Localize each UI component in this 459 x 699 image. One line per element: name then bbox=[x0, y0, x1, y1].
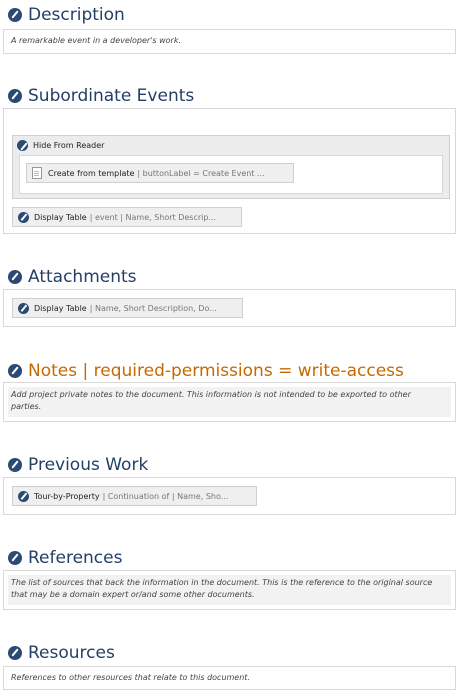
section-title: References bbox=[28, 548, 123, 568]
previous-work-box: Tour-by-Property | Continuation of | Nam… bbox=[3, 477, 456, 515]
edit-icon[interactable] bbox=[8, 646, 22, 660]
references-box: The list of sources that back the inform… bbox=[3, 570, 456, 610]
button-meta: | event | Name, Short Descrip... bbox=[89, 212, 217, 222]
group-label: Hide From Reader bbox=[33, 141, 105, 150]
resources-text: References to other resources that relat… bbox=[11, 673, 250, 682]
section-header-references: References bbox=[8, 548, 122, 568]
section-title: Attachments bbox=[28, 267, 137, 287]
button-meta: | Name, Short Description, Do... bbox=[89, 303, 217, 313]
document-icon bbox=[32, 167, 42, 179]
display-table-attachments-button[interactable]: Display Table | Name, Short Description,… bbox=[12, 298, 243, 318]
section-title: Notes | required-permissions = write-acc… bbox=[28, 361, 404, 381]
subordinate-events-box: Hide From Reader Create from template | … bbox=[3, 108, 456, 234]
section-header-attachments: Attachments bbox=[8, 267, 137, 287]
button-meta: | Continuation of | Name, Sho... bbox=[102, 491, 229, 501]
notes-text: Add project private notes to the documen… bbox=[11, 390, 411, 411]
edit-icon[interactable] bbox=[17, 140, 28, 151]
references-text: The list of sources that back the inform… bbox=[11, 578, 433, 599]
edit-icon bbox=[18, 302, 29, 314]
resources-box: References to other resources that relat… bbox=[3, 666, 456, 690]
button-label: Display Table bbox=[34, 303, 87, 313]
attachments-box: Display Table | Name, Short Description,… bbox=[3, 289, 456, 327]
section-title: Description bbox=[28, 5, 125, 25]
button-meta: | buttonLabel = Create Event ... bbox=[137, 168, 265, 178]
edit-icon bbox=[18, 490, 29, 502]
tour-by-property-button[interactable]: Tour-by-Property | Continuation of | Nam… bbox=[12, 486, 257, 506]
description-box: A remarkable event in a developer's work… bbox=[3, 29, 456, 54]
edit-icon[interactable] bbox=[8, 551, 22, 565]
button-label: Tour-by-Property bbox=[34, 491, 100, 501]
section-title: Resources bbox=[28, 643, 115, 663]
section-header-previous-work: Previous Work bbox=[8, 455, 148, 475]
section-title: Previous Work bbox=[28, 455, 149, 475]
group-body: Create from template | buttonLabel = Cre… bbox=[19, 155, 443, 194]
hide-from-reader-group: Hide From Reader Create from template | … bbox=[12, 135, 450, 199]
description-text: A remarkable event in a developer's work… bbox=[11, 36, 181, 45]
edit-icon[interactable] bbox=[8, 270, 22, 284]
display-table-event-button[interactable]: Display Table | event | Name, Short Desc… bbox=[12, 207, 242, 227]
section-header-notes: Notes | required-permissions = write-acc… bbox=[8, 361, 404, 381]
section-header-resources: Resources bbox=[8, 643, 115, 663]
button-label: Create from template bbox=[48, 168, 135, 178]
edit-icon[interactable] bbox=[8, 89, 22, 103]
button-label: Display Table bbox=[34, 212, 87, 222]
create-from-template-button[interactable]: Create from template | buttonLabel = Cre… bbox=[26, 163, 294, 183]
edit-icon[interactable] bbox=[8, 8, 22, 22]
section-header-subordinate-events: Subordinate Events bbox=[8, 86, 194, 106]
hide-from-reader-header[interactable]: Hide From Reader bbox=[17, 140, 104, 151]
section-title: Subordinate Events bbox=[28, 86, 195, 106]
section-header-description: Description bbox=[8, 5, 125, 25]
edit-icon bbox=[18, 211, 29, 223]
edit-icon[interactable] bbox=[8, 364, 22, 378]
notes-box: Add project private notes to the documen… bbox=[3, 382, 456, 422]
edit-icon[interactable] bbox=[8, 458, 22, 472]
